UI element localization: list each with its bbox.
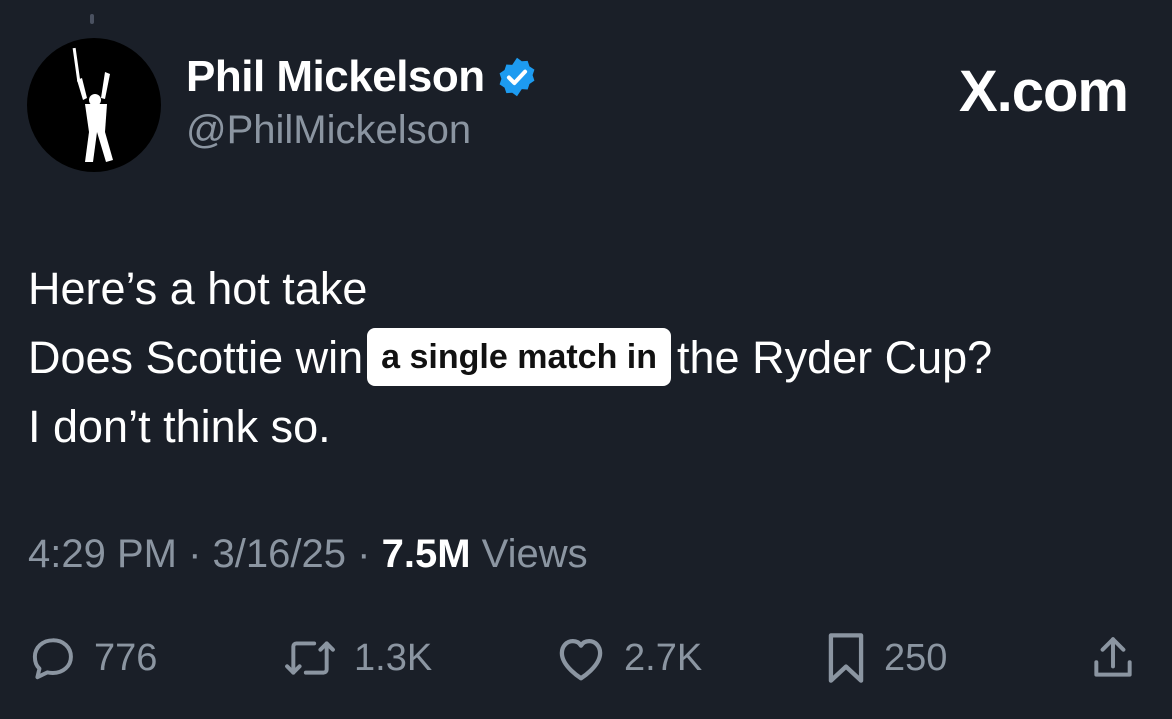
tweet-text: Here’s a hot take Does Scottie win a sing…	[28, 254, 1148, 461]
tweet-line-1: Here’s a hot take	[28, 263, 368, 314]
highlighted-phrase: a single match in	[367, 328, 672, 387]
share-icon	[1094, 637, 1132, 677]
reply-button[interactable]: 776	[28, 630, 157, 686]
top-marker	[90, 14, 94, 24]
tweet-line-2: Does Scottie win a single match in the Ryd…	[28, 323, 1148, 392]
views-label: Views	[481, 532, 588, 576]
tweet-date[interactable]: 3/16/25	[213, 532, 346, 576]
author-name-row: Phil Mickelson	[186, 52, 539, 102]
reply-count: 776	[94, 636, 158, 679]
tweet-line-2-after: the Ryder Cup?	[677, 332, 993, 383]
repost-button[interactable]: 1.3K	[282, 630, 432, 686]
reply-icon	[32, 638, 73, 680]
avatar[interactable]	[27, 38, 161, 172]
tweet-line-2-before: Does Scottie win	[28, 332, 364, 383]
like-button[interactable]: 2.7K	[554, 630, 702, 686]
share-button[interactable]	[1088, 630, 1138, 686]
repost-count: 1.3K	[354, 636, 433, 679]
bookmark-icon	[828, 633, 864, 683]
brand-wordmark: X.com	[958, 59, 1129, 124]
heart-icon	[559, 638, 603, 681]
meta-separator: ·	[357, 532, 371, 576]
like-count: 2.7K	[624, 636, 703, 679]
tweet-meta: 4:29 PM · 3/16/25 · 7.5M Views	[28, 532, 588, 577]
author-handle[interactable]: @PhilMickelson	[186, 108, 471, 153]
repost-icon	[285, 641, 335, 675]
bookmark-button[interactable]: 250	[824, 630, 947, 686]
bookmark-count: 250	[884, 636, 948, 679]
tweet-time[interactable]: 4:29 PM	[28, 532, 177, 576]
tweet-line-3: I don’t think so.	[28, 401, 331, 452]
views-count: 7.5M	[381, 532, 471, 576]
meta-separator: ·	[188, 532, 202, 576]
golfer-silhouette-icon	[72, 47, 113, 162]
author-display-name[interactable]: Phil Mickelson	[186, 52, 485, 102]
tweet-card: Phil Mickelson @PhilMickelson X.com Here…	[0, 0, 1172, 719]
action-bar: 776 1.3K 2.7K 250	[28, 630, 1144, 686]
verified-badge-icon	[499, 57, 535, 97]
